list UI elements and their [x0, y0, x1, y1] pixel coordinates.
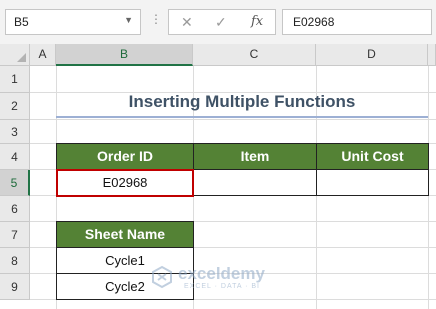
watermark-name: exceldemy: [178, 264, 265, 283]
row-header-1[interactable]: 1: [0, 66, 30, 93]
select-all-icon: [17, 53, 26, 62]
cancel-icon[interactable]: ✕: [181, 14, 193, 31]
column-header-d[interactable]: D: [316, 44, 428, 66]
sheet-name-header[interactable]: Sheet Name: [56, 221, 194, 248]
item-cell[interactable]: [193, 169, 317, 196]
formula-tools: ✕ ✓ fx: [168, 9, 276, 35]
exceldemy-logo-icon: [152, 265, 172, 289]
more-options-icon[interactable]: ⋮: [150, 12, 163, 26]
formula-value: E02968: [293, 15, 335, 29]
insert-function-icon[interactable]: fx: [251, 14, 263, 29]
row-header-4[interactable]: 4: [0, 144, 30, 170]
row-header-5[interactable]: 5: [0, 170, 30, 196]
title-underline: [56, 116, 428, 118]
column-header-c[interactable]: C: [193, 44, 316, 66]
select-all-corner[interactable]: [0, 44, 30, 66]
watermark: exceldemy EXCEL · DATA · BI: [150, 261, 300, 295]
row-header-2[interactable]: 2: [0, 93, 30, 120]
enter-icon[interactable]: ✓: [215, 14, 227, 31]
row-header-7[interactable]: 7: [0, 222, 30, 248]
formula-bar: B5 ▼ ⋮ ✕ ✓ fx E02968: [0, 0, 436, 44]
column-header-e[interactable]: [428, 44, 436, 66]
unit-cost-header[interactable]: Unit Cost: [316, 143, 429, 170]
row-header-3[interactable]: 3: [0, 120, 30, 144]
row-header-6[interactable]: 6: [0, 196, 30, 222]
row-header-8[interactable]: 8: [0, 248, 30, 274]
column-header-a[interactable]: A: [30, 44, 56, 66]
item-header[interactable]: Item: [193, 143, 317, 170]
formula-input[interactable]: E02968: [282, 9, 432, 35]
name-box-value: B5: [14, 15, 29, 29]
sheet-title[interactable]: Inserting Multiple Functions: [56, 92, 428, 118]
column-header-b[interactable]: B: [56, 44, 193, 66]
watermark-tagline: EXCEL · DATA · BI: [184, 283, 260, 290]
order-id-header[interactable]: Order ID: [56, 143, 194, 170]
name-box[interactable]: B5 ▼: [5, 9, 141, 35]
grid-line: [30, 119, 436, 120]
unit-cost-cell[interactable]: [316, 169, 429, 196]
row-header-9[interactable]: 9: [0, 274, 30, 300]
chevron-down-icon[interactable]: ▼: [124, 15, 133, 25]
active-cell-border: [56, 169, 194, 197]
